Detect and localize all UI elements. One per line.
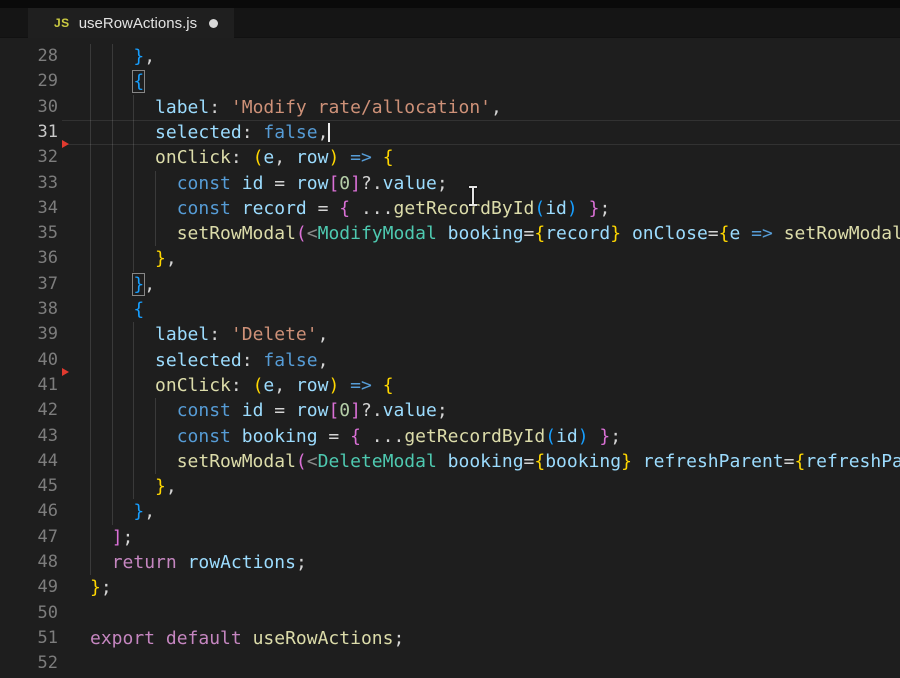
code-editor[interactable]: 28 },29 {30 label: 'Modify rate/allocati… <box>0 38 900 678</box>
code-text: }, <box>90 272 155 297</box>
line-number[interactable]: 49 <box>0 575 58 600</box>
code-text: label: 'Delete', <box>90 322 328 347</box>
code-text: selected: false, <box>90 120 330 145</box>
code-line[interactable]: 48 return rowActions; <box>0 550 900 575</box>
code-text: ]; <box>90 525 133 550</box>
code-line[interactable]: 46 }, <box>0 499 900 524</box>
mouse-ibeam-pointer <box>468 186 478 206</box>
code-text: }, <box>90 499 155 524</box>
line-number[interactable]: 34 <box>0 196 58 221</box>
code-line[interactable]: 38 { <box>0 297 900 322</box>
code-text: const id = row[0]?.value; <box>90 171 448 196</box>
code-text: }; <box>90 575 112 600</box>
line-number[interactable]: 51 <box>0 626 58 651</box>
code-line[interactable]: 52 <box>0 651 900 676</box>
code-line[interactable]: 30 label: 'Modify rate/allocation', <box>0 95 900 120</box>
vscode-window: JS useRowActions.js 28 },29 {30 label: '… <box>0 0 900 678</box>
js-file-icon: JS <box>54 16 70 30</box>
line-number[interactable]: 42 <box>0 398 58 423</box>
code-text: export default useRowActions; <box>90 626 404 651</box>
tab-bar: JS useRowActions.js <box>0 8 900 38</box>
code-line[interactable]: 51 export default useRowActions; <box>0 626 900 651</box>
line-number[interactable]: 36 <box>0 246 58 271</box>
line-number[interactable]: 48 <box>0 550 58 575</box>
code-text: selected: false, <box>90 348 328 373</box>
code-line[interactable]: 35 setRowModal(<ModifyModal booking={rec… <box>0 221 900 246</box>
line-number[interactable]: 35 <box>0 221 58 246</box>
line-number[interactable]: 45 <box>0 474 58 499</box>
line-number[interactable]: 43 <box>0 424 58 449</box>
code-line[interactable]: 28 }, <box>0 44 900 69</box>
code-line[interactable]: 36 }, <box>0 246 900 271</box>
code-text: const booking = { ...getRecordById(id) }… <box>90 424 621 449</box>
code-line[interactable]: 29 { <box>0 69 900 94</box>
code-text: return rowActions; <box>90 550 307 575</box>
line-number[interactable]: 31 <box>0 120 58 145</box>
line-number[interactable]: 47 <box>0 525 58 550</box>
line-number[interactable]: 37 <box>0 272 58 297</box>
code-line[interactable]: 39 label: 'Delete', <box>0 322 900 347</box>
code-line[interactable]: 44 setRowModal(<DeleteModal booking={boo… <box>0 449 900 474</box>
modified-indicator-icon[interactable] <box>209 19 218 28</box>
code-line[interactable]: 47 ]; <box>0 525 900 550</box>
line-number[interactable]: 28 <box>0 44 58 69</box>
code-text: const record = { ...getRecordById(id) }; <box>90 196 610 221</box>
code-line[interactable]: 40 selected: false, <box>0 348 900 373</box>
code-line[interactable]: 34 const record = { ...getRecordById(id)… <box>0 196 900 221</box>
code-text: setRowModal(<DeleteModal booking={bookin… <box>90 449 900 474</box>
code-text: const id = row[0]?.value; <box>90 398 448 423</box>
line-number[interactable]: 39 <box>0 322 58 347</box>
code-text: { <box>90 69 144 94</box>
text-cursor <box>328 123 330 142</box>
code-text: }, <box>90 246 177 271</box>
line-number[interactable]: 44 <box>0 449 58 474</box>
code-line[interactable]: 49}; <box>0 575 900 600</box>
code-text: }, <box>90 474 177 499</box>
line-number[interactable]: 52 <box>0 651 58 676</box>
code-line[interactable]: 32 onClick: (e, row) => { <box>0 145 900 170</box>
code-line[interactable]: 50 <box>0 601 900 626</box>
code-text: setRowModal(<ModifyModal booking={record… <box>90 221 900 246</box>
gutter-marker-icon[interactable] <box>62 140 69 148</box>
line-number[interactable]: 50 <box>0 601 58 626</box>
line-number[interactable]: 41 <box>0 373 58 398</box>
code-text: onClick: (e, row) => { <box>90 145 394 170</box>
code-line[interactable]: 43 const booking = { ...getRecordById(id… <box>0 424 900 449</box>
line-number[interactable]: 38 <box>0 297 58 322</box>
line-number[interactable]: 33 <box>0 171 58 196</box>
code-line[interactable]: 31 selected: false, <box>0 120 900 145</box>
line-number[interactable]: 46 <box>0 499 58 524</box>
code-text: }, <box>90 44 155 69</box>
code-line[interactable]: 41 onClick: (e, row) => { <box>0 373 900 398</box>
tab-filename: useRowActions.js <box>79 15 197 32</box>
code-line[interactable]: 42 const id = row[0]?.value; <box>0 398 900 423</box>
code-text: label: 'Modify rate/allocation', <box>90 95 502 120</box>
tab-useRowActions[interactable]: JS useRowActions.js <box>28 8 234 38</box>
line-number[interactable]: 32 <box>0 145 58 170</box>
window-top-border <box>0 0 900 8</box>
code-text: onClick: (e, row) => { <box>90 373 394 398</box>
gutter-marker-icon[interactable] <box>62 368 69 376</box>
line-number[interactable]: 29 <box>0 69 58 94</box>
code-line[interactable]: 33 const id = row[0]?.value; <box>0 171 900 196</box>
line-number[interactable]: 30 <box>0 95 58 120</box>
line-number[interactable]: 40 <box>0 348 58 373</box>
code-line[interactable]: 37 }, <box>0 272 900 297</box>
code-line[interactable]: 45 }, <box>0 474 900 499</box>
code-text: { <box>90 297 144 322</box>
